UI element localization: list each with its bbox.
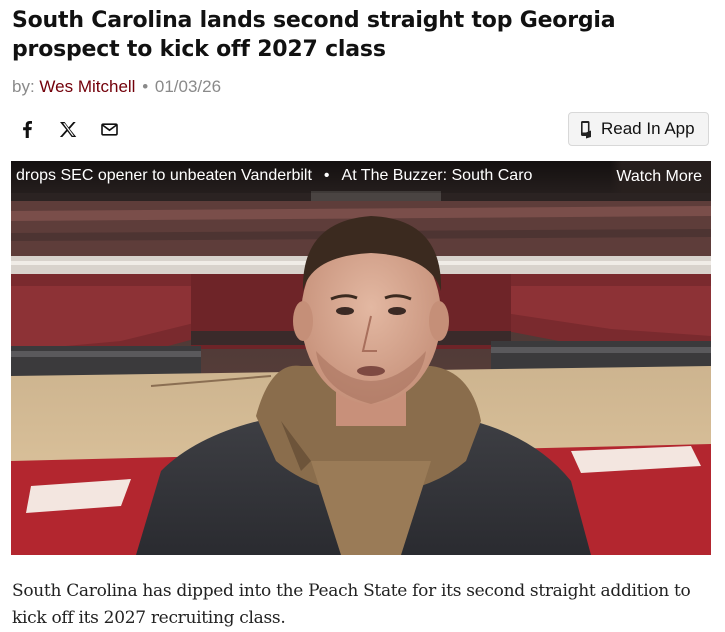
email-share-button[interactable] [96, 114, 122, 144]
x-share-button[interactable] [55, 114, 81, 144]
article-headline: South Carolina lands second straight top… [12, 8, 616, 62]
ticker-item[interactable]: At The Buzzer: South Caro [342, 167, 533, 184]
publish-date: 01/03/26 [154, 77, 222, 96]
share-bar [14, 114, 137, 144]
video-player[interactable]: drops SEC opener to unbeaten Vanderbilt •… [11, 161, 711, 555]
watch-more-button[interactable]: Watch More [610, 161, 711, 193]
email-icon [100, 122, 118, 136]
byline: by: Wes Mitchell • 01/03/26 [12, 77, 221, 97]
news-ticker[interactable]: drops SEC opener to unbeaten Vanderbilt •… [11, 161, 711, 193]
byline-separator: • [142, 77, 149, 96]
read-in-app-button[interactable]: Read In App [568, 112, 709, 146]
read-in-app-label: Read In App [601, 119, 695, 138]
ticker-separator: • [323, 167, 330, 184]
facebook-icon [23, 121, 32, 138]
ticker-track: drops SEC opener to unbeaten Vanderbilt •… [16, 167, 532, 185]
phone-icon [580, 120, 593, 139]
author-link[interactable]: Wes Mitchell [39, 77, 135, 96]
byline-prefix: by: [12, 77, 35, 96]
video-frame [11, 161, 711, 555]
facebook-share-button[interactable] [14, 114, 40, 144]
article-lede: South Carolina has dipped into the Peach… [12, 581, 691, 628]
x-icon [59, 121, 77, 137]
ticker-item[interactable]: drops SEC opener to unbeaten Vanderbilt [16, 167, 312, 184]
